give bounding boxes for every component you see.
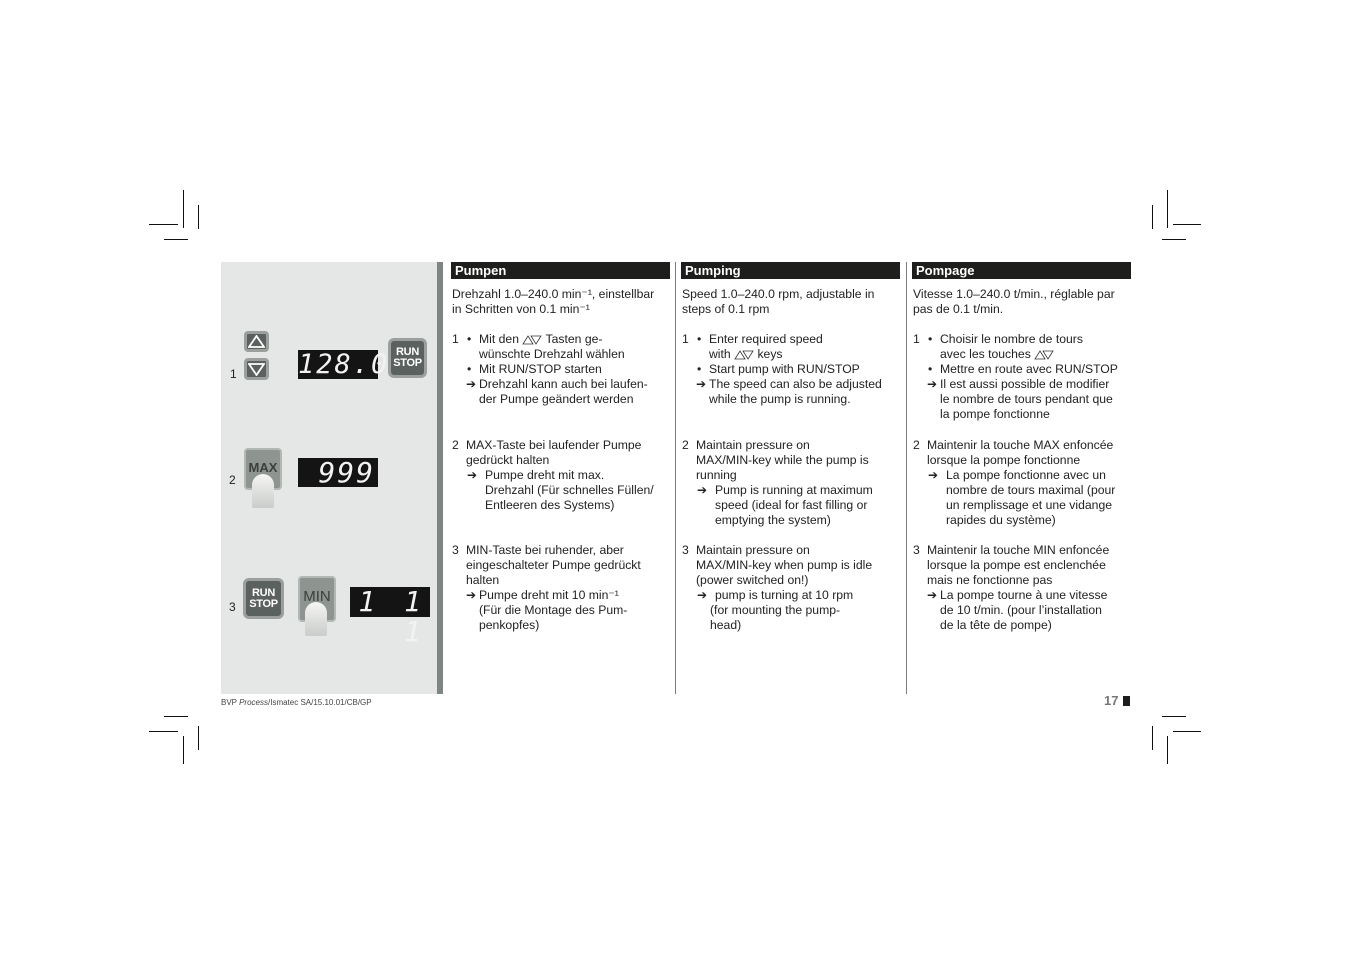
section-title: Pumping [681,262,900,279]
run-label: RUN [252,586,275,599]
finger-icon [252,474,274,508]
run-stop-key: RUN STOP [388,338,427,378]
up-down-keys-icon [522,335,543,345]
finger-icon [305,602,327,636]
page-marker [1123,696,1130,706]
column-german: Pumpen Drehzahl 1.0–240.0 min⁻¹, einstel… [451,262,670,633]
step-2: 2 Maintain pressure on MAX/MIN-key while… [682,438,873,527]
arrow-icon: ➔ [927,377,938,391]
arrow-icon: ➔ [927,588,938,602]
column-divider [675,262,676,694]
arrow-icon: ➔ [697,483,708,497]
arrow-icon: ➔ [466,588,477,602]
column-divider [906,262,907,694]
intro-text: Speed 1.0–240.0 rpm, adjustable in steps… [682,287,875,316]
arrow-icon: ➔ [928,468,939,482]
column-french: Pompage Vitesse 1.0–240.0 t/min., réglab… [912,262,1131,633]
step-3: 3 MIN-Taste bei ruhender, aber eingescha… [452,543,641,632]
up-key [244,331,269,352]
step-1-number: 1 [230,367,237,381]
intro-text: Drehzahl 1.0–240.0 min⁻¹, einstellbar in… [452,287,655,316]
intro-text: Vitesse 1.0–240.0 t/min., réglable par p… [913,287,1115,316]
triangle-down-icon [248,362,265,376]
arrow-icon: ➔ [697,588,708,602]
arrow-icon: ➔ [467,468,478,482]
section-title: Pompage [912,262,1131,279]
arrow-icon: ➔ [466,377,477,391]
display-min: 1 1 1 [350,587,430,647]
step-1: 1 • Mit den Tasten ge- wünschte Drehzahl… [452,332,648,406]
document-reference: BVP Process/Ismatec SA/15.10.01/CB/GP [221,698,372,707]
page-number: 17 [1104,693,1119,708]
up-down-keys-icon [1034,350,1054,360]
step-1: 1 • Choisir le nombre de tours avec les … [913,332,1118,421]
stop-label: STOP [393,357,422,369]
panel-edge [437,262,443,694]
step-2: 2 Maintenir la touche MAX enfoncée lorsq… [913,438,1116,527]
column-english: Pumping Speed 1.0–240.0 rpm, adjustable … [681,262,900,633]
display-max: 999 [298,458,378,487]
run-stop-key-2: RUN STOP [243,578,284,619]
step-2: 2 MAX-Taste bei laufender Pumpe gedrückt… [452,438,654,512]
arrow-icon: ➔ [696,377,707,391]
step-1: 1 • Enter required speed with keys • Star… [682,332,882,406]
section-title: Pumpen [451,262,670,279]
triangle-up-icon [248,335,265,348]
up-down-keys-icon [734,350,754,360]
stop-label: STOP [249,597,278,610]
step-3-number: 3 [229,600,236,614]
step-3: 3 Maintenir la touche MIN enfoncée lorsq… [913,543,1110,632]
display-speed: 128.0 [298,349,390,380]
step-2-number: 2 [229,473,236,487]
step-3: 3 Maintain pressure on MAX/MIN-key when … [682,543,873,632]
illustration-panel: 1 128.0 RUN STOP 2 MAX 999 3 RUN STOP MI… [221,262,437,694]
down-key [244,358,269,380]
